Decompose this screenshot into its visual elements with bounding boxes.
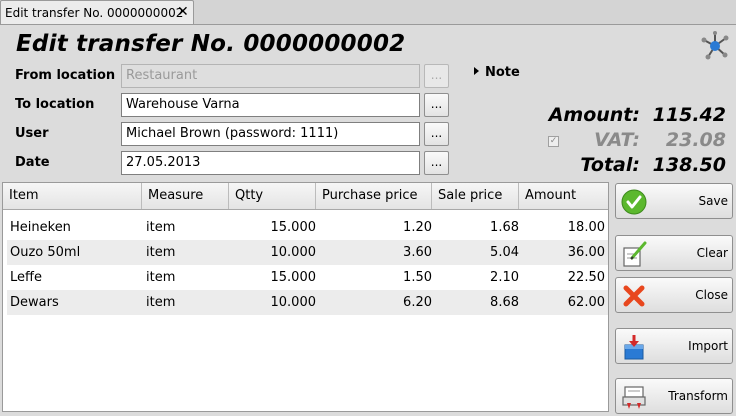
cell-purchase-price: 6.20 <box>403 295 432 310</box>
save-button[interactable]: Save <box>615 183 733 219</box>
cell-item: Leffe <box>10 270 42 285</box>
cell-amount: 62.00 <box>567 295 605 310</box>
column-header-item[interactable]: Item <box>3 183 142 209</box>
column-header-purchase-price[interactable]: Purchase price <box>316 183 432 209</box>
from-location-field: Restaurant <box>121 64 420 88</box>
column-header-measure[interactable]: Measure <box>142 183 229 209</box>
transform-button[interactable]: Transform <box>615 378 733 414</box>
amount-value: 115.42 <box>652 104 726 126</box>
import-button[interactable]: Import <box>615 328 733 364</box>
close-label: Close <box>695 288 728 302</box>
tab-title: Edit transfer No. 0000000002 <box>5 6 184 20</box>
cell-item: Ouzo 50ml <box>10 245 81 260</box>
close-button[interactable]: Close <box>615 277 733 313</box>
table-row[interactable]: Leffe item 15.000 1.50 2.10 22.50 <box>7 265 608 290</box>
date-picker-button[interactable]: ... <box>424 151 449 175</box>
vat-checkbox[interactable]: ✓ <box>548 136 559 147</box>
tab-edit-transfer[interactable]: Edit transfer No. 0000000002 ✕ <box>0 0 194 25</box>
cell-sale-price: 1.68 <box>490 220 519 235</box>
page-title: Edit transfer No. 0000000002 <box>16 31 406 57</box>
grid-header: Item Measure Qtty Purchase price Sale pr… <box>3 183 608 210</box>
to-location-field[interactable]: Warehouse Varna <box>121 93 420 117</box>
cell-qtty: 10.000 <box>270 245 317 260</box>
total-label: Total: <box>580 154 640 176</box>
cell-qtty: 15.000 <box>270 270 317 285</box>
table-row[interactable]: Heineken item 15.000 1.20 1.68 18.00 <box>7 215 608 240</box>
cell-amount: 36.00 <box>567 245 605 260</box>
vat-value: 23.08 <box>665 129 726 151</box>
save-label: Save <box>698 194 728 208</box>
transform-icon <box>622 386 646 409</box>
cell-amount: 22.50 <box>567 270 605 285</box>
vat-label: VAT: <box>594 129 640 151</box>
cell-measure: item <box>146 220 176 235</box>
transform-label: Transform <box>668 389 728 403</box>
total-value: 138.50 <box>652 154 726 176</box>
to-location-label: To location <box>15 97 95 112</box>
cell-qtty: 10.000 <box>270 295 317 310</box>
cell-measure: item <box>146 245 176 260</box>
tab-bar: Edit transfer No. 0000000002 ✕ <box>0 0 736 25</box>
cell-sale-price: 8.68 <box>490 295 519 310</box>
table-row[interactable]: Dewars item 10.000 6.20 8.68 62.00 <box>7 290 608 315</box>
vat-row: ✓ VAT: 23.08 <box>540 129 728 154</box>
cell-purchase-price: 1.20 <box>403 220 432 235</box>
cell-sale-price: 2.10 <box>490 270 519 285</box>
close-icon[interactable]: ✕ <box>177 4 189 20</box>
cell-purchase-price: 1.50 <box>403 270 432 285</box>
x-icon <box>623 285 645 307</box>
user-picker-button[interactable]: ... <box>424 122 449 146</box>
note-expander[interactable]: Note <box>474 65 520 80</box>
note-label: Note <box>485 65 520 80</box>
table-row[interactable]: Ouzo 50ml item 10.000 3.60 5.04 36.00 <box>7 240 608 265</box>
import-label: Import <box>688 339 728 353</box>
cell-item: Heineken <box>10 220 71 235</box>
cell-measure: item <box>146 270 176 285</box>
import-box-icon <box>624 335 644 360</box>
amount-row: Amount: 115.42 <box>540 104 728 129</box>
cell-purchase-price: 3.60 <box>403 245 432 260</box>
clear-button[interactable]: Clear <box>615 235 733 271</box>
user-field[interactable]: Michael Brown (password: 1111) <box>121 122 420 146</box>
total-row: Total: 138.50 <box>540 154 728 179</box>
cell-amount: 18.00 <box>567 220 605 235</box>
items-grid[interactable]: Item Measure Qtty Purchase price Sale pr… <box>2 182 609 412</box>
to-location-picker-button[interactable]: ... <box>424 93 449 117</box>
cell-measure: item <box>146 295 176 310</box>
column-header-amount[interactable]: Amount <box>519 183 608 209</box>
user-label: User <box>15 126 49 141</box>
cell-sale-price: 5.04 <box>490 245 519 260</box>
column-header-qtty[interactable]: Qtty <box>229 183 316 209</box>
checkmark-icon <box>621 189 647 215</box>
cell-qtty: 15.000 <box>270 220 317 235</box>
edit-document-icon <box>623 241 647 267</box>
totals-panel: Amount: 115.42 ✓ VAT: 23.08 Total: 138.5… <box>540 104 728 179</box>
molecule-icon <box>701 31 729 60</box>
expand-arrow-icon <box>474 67 479 75</box>
date-label: Date <box>15 155 50 170</box>
cell-item: Dewars <box>10 295 59 310</box>
from-location-picker-button: ... <box>424 64 449 88</box>
clear-label: Clear <box>696 246 728 260</box>
from-location-label: From location <box>15 68 116 83</box>
date-field[interactable]: 27.05.2013 <box>121 151 420 175</box>
amount-label: Amount: <box>548 104 640 126</box>
column-header-sale-price[interactable]: Sale price <box>432 183 519 209</box>
